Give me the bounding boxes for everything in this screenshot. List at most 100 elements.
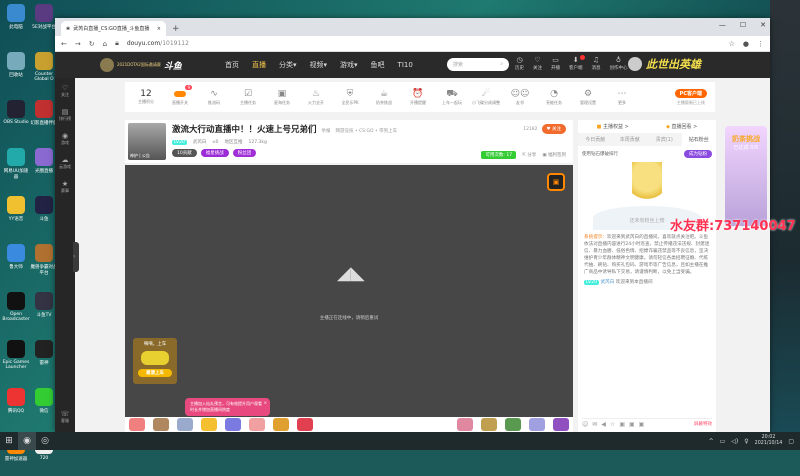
new-tab-button[interactable]: +	[172, 24, 180, 34]
desktop-icon[interactable]: 回收站	[2, 52, 30, 92]
desktop-icon[interactable]: 幻影直播伴侣	[30, 100, 58, 140]
gift-item[interactable]	[273, 418, 289, 431]
chance-count[interactable]: 可用次数: 17	[481, 151, 517, 159]
search-input[interactable]: 搜索 ⌕	[447, 58, 509, 71]
creator-center-button[interactable]: ♁ 创作中心	[610, 56, 628, 71]
close-tab-icon[interactable]: ×	[157, 26, 161, 32]
desktop-icon[interactable]: 斗鱼	[30, 196, 58, 236]
notification-icon[interactable]: ▢	[788, 438, 794, 445]
gift-item[interactable]	[249, 418, 265, 431]
share-button[interactable]: ⇱ 分享	[522, 152, 536, 158]
brand-banner[interactable]: 此世出英雄	[628, 56, 701, 72]
desktop-icon[interactable]: Open Broadcaster	[2, 292, 30, 332]
minimize-button[interactable]: —	[719, 21, 726, 29]
gift-item[interactable]	[529, 418, 545, 431]
gift-item[interactable]	[553, 418, 569, 431]
gift-item[interactable]	[201, 418, 217, 431]
desktop-icon[interactable]: 此电脑	[2, 4, 30, 44]
star-icon[interactable]: ☆	[610, 421, 615, 428]
nav-category[interactable]: 分类▾	[279, 60, 297, 70]
site-logo[interactable]: 2021DOTA2国际邀请赛 斗鱼	[100, 57, 212, 73]
report-link[interactable]: 举报	[322, 129, 331, 134]
sidebar-follow[interactable]: ♡ 关注	[61, 84, 69, 98]
nav-games[interactable]: 游戏▾	[340, 60, 358, 70]
ime-icon[interactable]: ♀	[744, 438, 748, 445]
desktop-icon[interactable]: 网易UU加速器	[2, 148, 30, 188]
block-effects-toggle[interactable]: 屏蔽特效	[694, 421, 712, 428]
desktop-icon[interactable]: 魔兽争霸对战平台	[30, 244, 58, 284]
toolbar-item[interactable]: ◔ 亮能任务	[537, 88, 571, 106]
desktop-icon[interactable]: 5E对战平台	[30, 4, 58, 44]
gift-item[interactable]	[297, 418, 313, 431]
obs-taskbar-icon[interactable]: ◎	[36, 432, 54, 450]
nav-fishbar[interactable]: 鱼吧	[371, 60, 385, 70]
volume-icon[interactable]: ◁)	[731, 438, 738, 445]
tab-today[interactable]: 今日贡献	[578, 133, 613, 146]
start-live-button[interactable]: ▭ 开播	[551, 56, 560, 71]
toolbar-item[interactable]: ☺☺ 友邻	[503, 88, 537, 106]
desktop-icon[interactable]: YY语音	[2, 196, 30, 236]
client-button[interactable]: ⬇ 客户端	[569, 55, 585, 71]
box-icon[interactable]: ▣	[619, 421, 625, 428]
close-tip-icon[interactable]: ×	[264, 400, 267, 406]
fan-club-tag[interactable]: 粉丝团	[232, 149, 257, 157]
gift-item[interactable]	[177, 418, 193, 431]
tray-chevron-icon[interactable]: ^	[709, 438, 714, 445]
live-toggle[interactable]: 9 直播开关	[163, 85, 197, 106]
history-button[interactable]: ◷ 历史	[515, 56, 524, 71]
checkin-button[interactable]: ▣ 福利签到	[542, 152, 566, 158]
pk-gift-item[interactable]	[225, 418, 241, 431]
nav-home[interactable]: 首页	[225, 60, 239, 70]
toolbar-item[interactable]: ⛟ 上车一起玩	[435, 88, 469, 106]
tab-vip[interactable]: 贵宾(1)	[647, 133, 682, 146]
sidebar-toggle[interactable]: ›	[73, 242, 79, 272]
toolbar-item[interactable]: ☄ 小飞碟分成调整	[469, 88, 503, 106]
gift-item[interactable]	[457, 418, 473, 431]
network-icon[interactable]: ▭	[720, 438, 726, 445]
pc-client-button[interactable]: PC客户端 主播版制已上线	[674, 88, 707, 106]
replay-link[interactable]: 直播回看 >	[666, 123, 698, 130]
box-icon[interactable]: ▣	[639, 421, 645, 428]
mail-icon[interactable]: ✉	[592, 421, 597, 428]
clock[interactable]: 20:02 2021/10/14	[755, 435, 783, 447]
car-promo[interactable]: 嘀嘀，上车 邀请上车	[133, 338, 177, 384]
room-category[interactable]: 网游竞技 • CS:GO • 带到上车	[336, 129, 398, 134]
nav-ti10[interactable]: TI10	[398, 61, 413, 69]
desktop-icon[interactable]: 鲁大师	[2, 244, 30, 284]
become-diamond-button[interactable]: 成为钻粉	[684, 150, 712, 158]
video-player[interactable]: ▣ ◢◣ 主播正在连线中，请稍后重试 嘀嘀，上车 邀请上车 主播加入仙丸预言，可有…	[125, 165, 573, 417]
desktop-icon[interactable]: 微信	[30, 388, 58, 428]
chrome-taskbar-icon[interactable]: ◉	[18, 432, 36, 450]
nav-live[interactable]: 直播	[252, 60, 266, 70]
desktop-icon[interactable]: Epic Games Launcher	[2, 340, 30, 380]
streamer-rights-link[interactable]: 主播权益 >	[597, 123, 629, 130]
desktop-icon[interactable]: 腾讯QQ	[2, 388, 30, 428]
toolbar-item[interactable]: ∿ 推流码	[197, 88, 231, 106]
messages-button[interactable]: ♫ 消息	[592, 56, 601, 71]
contribution-tag[interactable]: 10贡献	[172, 149, 197, 157]
lucky-star-tag[interactable]: 福星挑战	[200, 149, 229, 157]
toolbar-item[interactable]: ⋯ 更多	[605, 88, 639, 106]
back-icon[interactable]: ←	[61, 40, 67, 48]
gift-item[interactable]	[505, 418, 521, 431]
windows-start-icon[interactable]: ⊞	[0, 436, 18, 446]
follow-button[interactable]: ♡ 关注	[533, 56, 542, 71]
toolbar-item[interactable]: ⏰ 开播提醒	[401, 88, 435, 106]
maximize-button[interactable]: ☐	[740, 21, 746, 29]
streamer-score[interactable]: 12 主播积分	[129, 89, 163, 105]
profile-icon[interactable]: ●	[743, 40, 749, 48]
toolbar-item[interactable]: ⛨ 全民乐PK	[333, 88, 367, 106]
gift-item[interactable]	[481, 418, 497, 431]
gift-item[interactable]	[129, 418, 145, 431]
toolbar-item[interactable]: ▣ 星海任务	[265, 88, 299, 106]
tab-diamond-fans[interactable]: 钻石粉丝	[681, 133, 716, 146]
sidebar-cloud-games[interactable]: ☁ 云游戏	[59, 156, 71, 170]
emoji-icon[interactable]: ☺	[582, 421, 588, 428]
star-icon[interactable]: ☆	[729, 40, 735, 48]
desktop-icon[interactable]: 光圈直播	[30, 148, 58, 188]
desktop-icon[interactable]: OBS Studio	[2, 100, 30, 140]
sidebar-events[interactable]: ★ 赛事	[61, 180, 69, 194]
home-icon[interactable]: ⌂	[103, 40, 107, 48]
sidebar-games[interactable]: ◉ 游戏	[61, 132, 69, 146]
menu-icon[interactable]: ⋮	[757, 40, 764, 48]
